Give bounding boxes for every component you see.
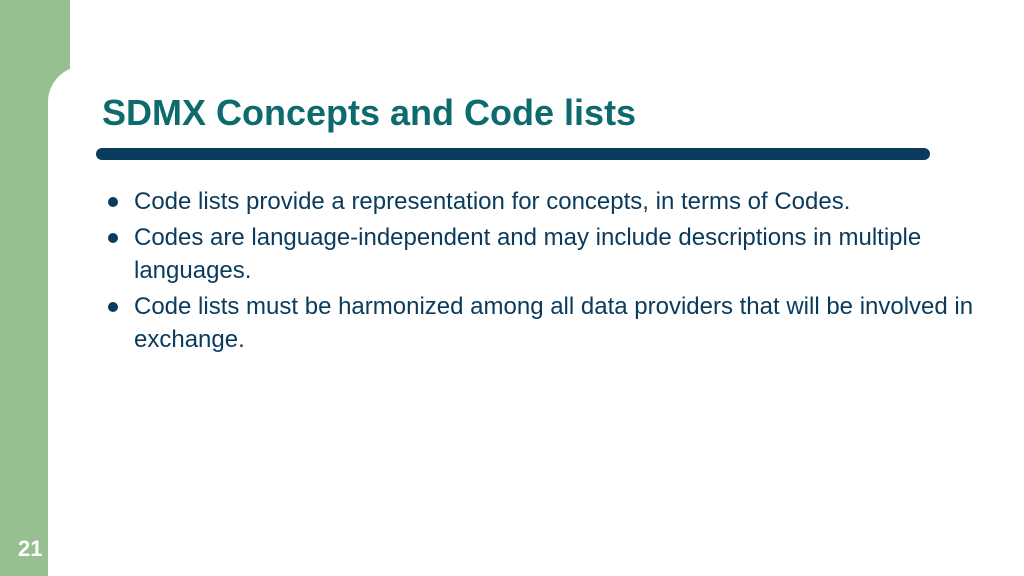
list-item: Code lists provide a representation for … — [108, 186, 984, 218]
list-item: Code lists must be harmonized among all … — [108, 291, 984, 356]
bullet-list: Code lists provide a representation for … — [108, 186, 984, 360]
title-divider — [96, 148, 930, 160]
slide-title: SDMX Concepts and Code lists — [102, 92, 636, 134]
list-item: Codes are language-independent and may i… — [108, 222, 984, 287]
page-number: 21 — [18, 536, 42, 562]
